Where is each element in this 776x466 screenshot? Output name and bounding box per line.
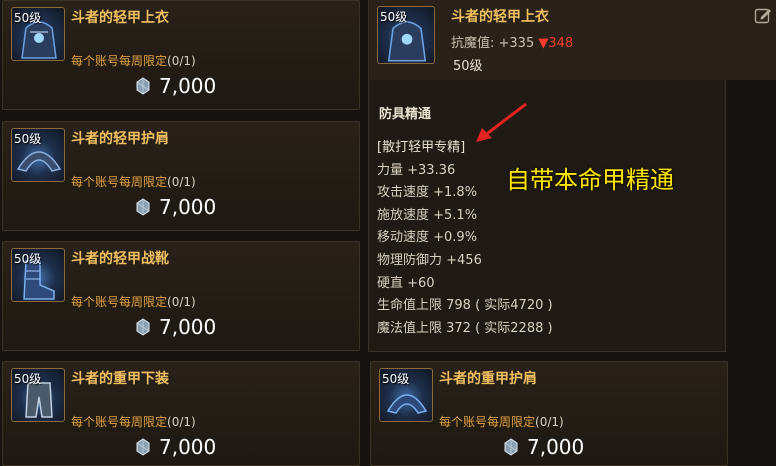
item-price: 7,000 xyxy=(133,194,216,220)
red-arrow-annotation xyxy=(476,102,527,142)
item-level: 50级 xyxy=(380,10,408,24)
item-level: 50级 xyxy=(14,252,42,266)
stat-line: 魔法值上限 372 ( 实际2288 ) xyxy=(377,320,553,336)
purchase-limit: 每个账号每周限定(0/1) xyxy=(71,295,196,309)
tooltip-section-title: 防具精通 xyxy=(379,107,432,122)
gem-coin-icon xyxy=(136,77,150,95)
item-name: 斗者的轻甲护肩 xyxy=(71,131,169,147)
gem-coin-icon xyxy=(136,438,150,456)
annotation-text: 自带本命甲精通 xyxy=(506,166,674,194)
stat-line: 硬直 +60 xyxy=(377,275,435,291)
armor-top-icon: 50级 xyxy=(377,6,435,64)
shop-item-card[interactable]: 50级 斗者的轻甲护肩 每个账号每周限定(0/1) 7,000 xyxy=(2,121,360,231)
gem-coin-icon xyxy=(504,438,518,456)
item-name: 斗者的轻甲上衣 xyxy=(71,10,169,26)
shop-item-card[interactable]: 50级 斗者的轻甲上衣 每个账号每周限定(0/1) 7,000 xyxy=(2,0,360,110)
stat-line: 物理防御力 +456 xyxy=(377,252,482,268)
armor-top-icon: 50级 xyxy=(11,7,65,61)
item-name: 斗者的轻甲战靴 xyxy=(71,251,169,267)
item-name: 斗者的重甲护肩 xyxy=(439,371,537,387)
item-level: 50级 xyxy=(14,11,42,25)
edit-icon[interactable] xyxy=(754,6,772,24)
tooltip-item-name: 斗者的轻甲上衣 xyxy=(451,9,549,25)
gem-coin-icon xyxy=(136,198,150,216)
shop-item-card[interactable]: 50级 斗者的轻甲战靴 每个账号每周限定(0/1) 7,000 xyxy=(2,241,360,351)
stat-line: 生命值上限 798 ( 实际4720 ) xyxy=(377,298,553,314)
shop-item-card[interactable]: 50级 斗者的重甲下装 每个账号每周限定(0/1) 7,000 xyxy=(2,361,360,466)
item-name: 斗者的重甲下装 xyxy=(71,371,169,387)
purchase-limit: 每个账号每周限定(0/1) xyxy=(71,54,196,68)
item-level: 50级 xyxy=(14,132,42,146)
tooltip-level: 50级 xyxy=(453,59,483,74)
item-level: 50级 xyxy=(382,372,410,386)
shop-item-card[interactable]: 50级 斗者的重甲护肩 每个账号每周限定(0/1) 7,000 xyxy=(370,361,728,466)
purchase-limit: 每个账号每周限定(0/1) xyxy=(71,415,196,429)
item-level: 50级 xyxy=(14,372,42,386)
armor-shoulder-icon: 50级 xyxy=(379,368,433,422)
tooltip-magic-resist: 抗魔值: +335 ▼348 xyxy=(451,36,574,51)
purchase-limit: 每个账号每周限定(0/1) xyxy=(71,175,196,189)
item-price: 7,000 xyxy=(133,434,216,460)
armor-pants-icon: 50级 xyxy=(11,368,65,422)
armor-boots-icon: 50级 xyxy=(11,248,65,302)
stat-line: 移动速度 +0.9% xyxy=(377,230,478,246)
item-price: 7,000 xyxy=(501,434,584,460)
item-price: 7,000 xyxy=(133,73,216,99)
item-price: 7,000 xyxy=(133,314,216,340)
gem-coin-icon xyxy=(136,318,150,336)
purchase-limit: 每个账号每周限定(0/1) xyxy=(439,415,564,429)
stat-line: 施放速度 +5.1% xyxy=(377,207,478,223)
armor-shoulder-icon: 50级 xyxy=(11,128,65,182)
